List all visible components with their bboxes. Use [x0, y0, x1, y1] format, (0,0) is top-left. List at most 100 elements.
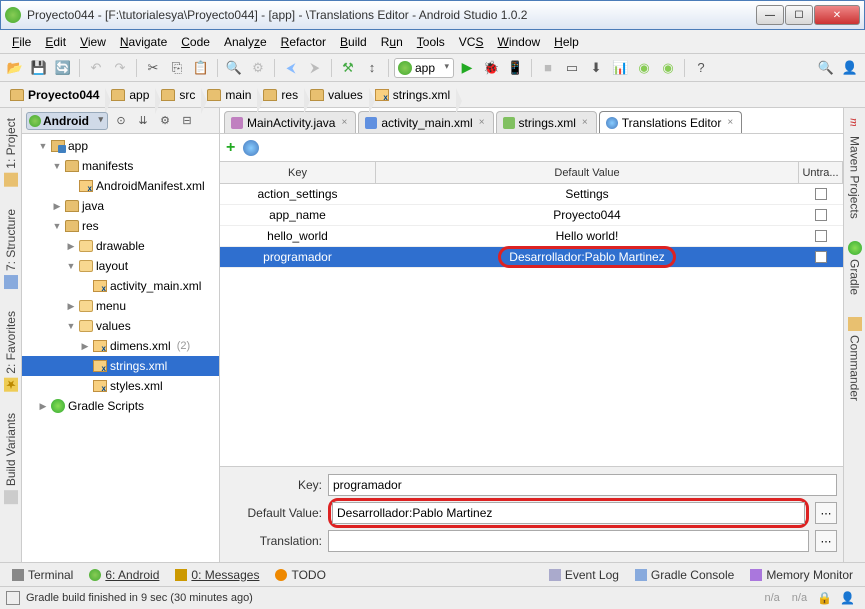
gutter-tab-project[interactable]: 1: Project	[2, 112, 20, 193]
close-tab-icon[interactable]: ×	[725, 117, 735, 128]
browse-button[interactable]: ⋯	[815, 530, 837, 552]
detail-translation-input[interactable]	[328, 530, 809, 552]
undo-icon[interactable]: ↶	[85, 57, 107, 79]
replace-icon[interactable]: ⚙	[247, 57, 269, 79]
menu-vcs[interactable]: VCS	[453, 33, 490, 51]
bottom-tab-memory-monitor[interactable]: Memory Monitor	[744, 566, 859, 584]
gutter-tab-commander[interactable]: Commander	[846, 311, 864, 407]
table-row[interactable]: action_settings Settings	[220, 184, 843, 205]
cut-icon[interactable]: ✂	[142, 57, 164, 79]
add-locale-button[interactable]	[243, 140, 259, 156]
bottom-tab-messages[interactable]: 0: Messages	[169, 566, 265, 584]
sdk-icon[interactable]: ⬇	[585, 57, 607, 79]
status-indicator[interactable]	[6, 591, 20, 605]
menu-run[interactable]: Run	[375, 33, 409, 51]
header-key[interactable]: Key	[220, 162, 376, 183]
project-view-combo[interactable]: Android	[26, 112, 108, 130]
tree-node-gradle-scripts[interactable]: ▶Gradle Scripts	[22, 396, 219, 416]
close-button[interactable]: ✕	[814, 5, 860, 25]
hector-icon[interactable]: 👤	[836, 591, 859, 605]
header-untranslatable[interactable]: Untra...	[799, 162, 843, 183]
stop-icon[interactable]: ■	[537, 57, 559, 79]
table-row[interactable]: hello_world Hello world!	[220, 226, 843, 247]
help-icon[interactable]: ?	[690, 57, 712, 79]
save-icon[interactable]: 💾	[28, 57, 50, 79]
locate-icon[interactable]: ⊙	[112, 112, 130, 130]
tree-node-dimens[interactable]: ▶dimens.xml(2)	[22, 336, 219, 356]
checkbox[interactable]	[815, 251, 827, 263]
lock-icon[interactable]: 🔒	[813, 591, 836, 605]
checkbox[interactable]	[815, 209, 827, 221]
minimize-button[interactable]: —	[756, 5, 784, 25]
copy-icon[interactable]: ⎘	[166, 57, 188, 79]
settings-gear-icon[interactable]: ⚙	[156, 112, 174, 130]
tree-node-layout[interactable]: ▼layout	[22, 256, 219, 276]
open-icon[interactable]: 📂	[4, 57, 26, 79]
avd-icon[interactable]: ▭	[561, 57, 583, 79]
checkbox[interactable]	[815, 188, 827, 200]
user-icon[interactable]: 👤	[839, 57, 861, 79]
editor-tab-translations[interactable]: Translations Editor×	[599, 111, 742, 133]
detail-default-input[interactable]	[332, 502, 805, 524]
editor-tab-activity-main[interactable]: activity_main.xml×	[358, 111, 493, 133]
bottom-tab-todo[interactable]: TODO	[269, 566, 331, 584]
editor-tab-strings[interactable]: strings.xml×	[496, 111, 597, 133]
forward-icon[interactable]: ⮞	[304, 57, 326, 79]
menu-view[interactable]: View	[74, 33, 112, 51]
checkbox[interactable]	[815, 230, 827, 242]
gutter-tab-build-variants[interactable]: Build Variants	[2, 407, 20, 510]
editor-tab-main-activity[interactable]: MainActivity.java×	[224, 111, 356, 133]
detail-key-input[interactable]	[328, 474, 837, 496]
menu-file[interactable]: File	[6, 33, 37, 51]
tree-node-java[interactable]: ▶java	[22, 196, 219, 216]
tree-node-drawable[interactable]: ▶drawable	[22, 236, 219, 256]
tree-node-menu[interactable]: ▶menu	[22, 296, 219, 316]
config-icon[interactable]: ↕	[361, 57, 383, 79]
menu-help[interactable]: Help	[548, 33, 585, 51]
gutter-tab-maven[interactable]: mMaven Projects	[846, 112, 864, 225]
breadcrumb-item[interactable]: strings.xml	[369, 88, 456, 102]
table-row[interactable]: app_name Proyecto044	[220, 205, 843, 226]
hide-icon[interactable]: ⊟	[178, 112, 196, 130]
monitor-icon[interactable]: ◉	[657, 57, 679, 79]
gutter-tab-favorites[interactable]: ★2: Favorites	[2, 305, 20, 398]
attach-icon[interactable]: 📱	[504, 57, 526, 79]
android-icon[interactable]: ◉	[633, 57, 655, 79]
tree-node-manifests[interactable]: ▼manifests	[22, 156, 219, 176]
collapse-icon[interactable]: ⇊	[134, 112, 152, 130]
tree-node-values[interactable]: ▼values	[22, 316, 219, 336]
find-icon[interactable]: 🔍	[223, 57, 245, 79]
sync-icon[interactable]: 🔄	[52, 57, 74, 79]
menu-refactor[interactable]: Refactor	[275, 33, 332, 51]
run-config-combo[interactable]: app	[394, 58, 454, 78]
tree-node-activity-main[interactable]: activity_main.xml	[22, 276, 219, 296]
menu-analyze[interactable]: Analyze	[218, 33, 273, 51]
breadcrumb-item[interactable]: app	[105, 88, 155, 102]
close-tab-icon[interactable]: ×	[580, 117, 590, 128]
table-row[interactable]: programador Desarrollador:Pablo Martinez	[220, 247, 843, 268]
run-button[interactable]: ▶	[456, 57, 478, 79]
bottom-tab-android[interactable]: 6: Android	[83, 566, 165, 584]
paste-icon[interactable]: 📋	[190, 57, 212, 79]
close-tab-icon[interactable]: ×	[339, 117, 349, 128]
project-tree[interactable]: ▼app ▼manifests AndroidManifest.xml ▶jav…	[22, 134, 219, 562]
tree-node-strings[interactable]: strings.xml	[22, 356, 219, 376]
tree-node-styles[interactable]: styles.xml	[22, 376, 219, 396]
breadcrumb-item[interactable]: Proyecto044	[4, 88, 105, 102]
bottom-tab-event-log[interactable]: Event Log	[543, 566, 625, 584]
add-key-button[interactable]: +	[226, 139, 235, 157]
menu-window[interactable]: Window	[491, 33, 546, 51]
browse-button[interactable]: ⋯	[815, 502, 837, 524]
menu-edit[interactable]: Edit	[39, 33, 72, 51]
menu-tools[interactable]: Tools	[411, 33, 451, 51]
menu-code[interactable]: Code	[175, 33, 216, 51]
close-tab-icon[interactable]: ×	[477, 117, 487, 128]
breadcrumb-item[interactable]: res	[257, 88, 304, 102]
bottom-tab-terminal[interactable]: Terminal	[6, 566, 79, 584]
maximize-button[interactable]: ☐	[785, 5, 813, 25]
debug-icon[interactable]: 🐞	[480, 57, 502, 79]
make-icon[interactable]: ⚒	[337, 57, 359, 79]
tree-node-app[interactable]: ▼app	[22, 136, 219, 156]
tree-node-res[interactable]: ▼res	[22, 216, 219, 236]
breadcrumb-item[interactable]: values	[304, 88, 369, 102]
